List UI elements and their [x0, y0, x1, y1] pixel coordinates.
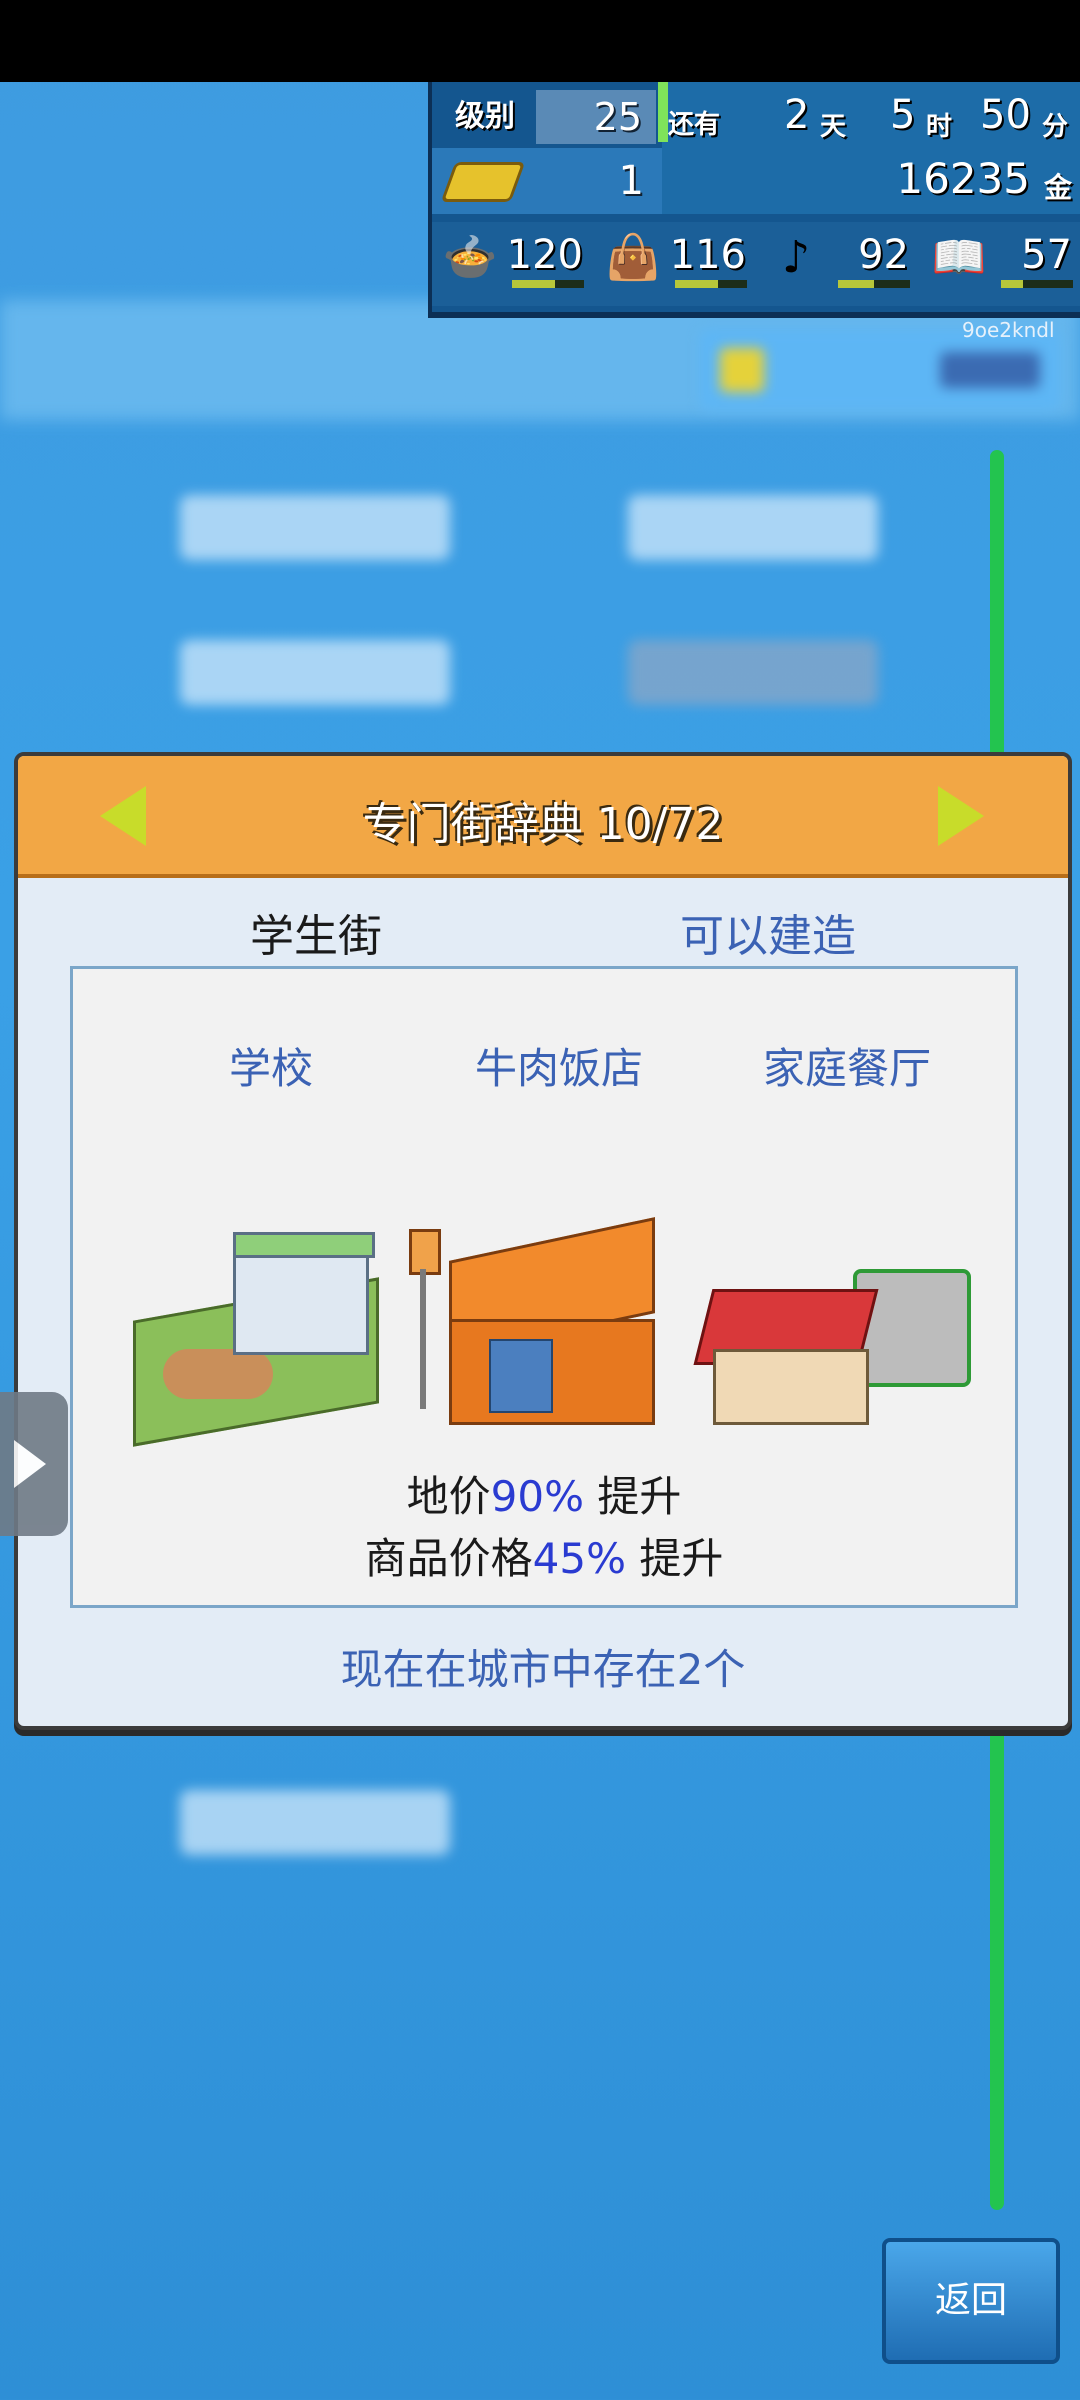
beef-restaurant-image	[409, 1217, 679, 1429]
hours-value: 5	[890, 92, 916, 138]
dialog-title: 专门街辞典 10/72	[362, 799, 724, 850]
stats-row: 🍲 120 👜 116 ♪ 92 📖 57	[432, 222, 1080, 306]
minutes-unit: 分	[1042, 112, 1069, 142]
stat-goods: 👜 116	[595, 222, 758, 306]
watermark: 9oe2kndl	[962, 318, 1055, 342]
street-name: 学生街	[250, 911, 382, 962]
chevron-right-icon	[14, 1440, 46, 1488]
days-value: 2	[784, 92, 810, 138]
level-label: 级别	[455, 99, 515, 134]
stat-bar	[512, 280, 584, 288]
building-name-family-restaurant: 家庭餐厅	[762, 1044, 931, 1093]
money-unit: 金	[1043, 171, 1072, 204]
school-building-image	[123, 1229, 393, 1447]
next-arrow-icon[interactable]	[938, 786, 984, 846]
remaining-label: 还有	[668, 110, 721, 140]
goods-icon: 👜	[605, 232, 661, 283]
book-icon: 📖	[931, 232, 987, 283]
hours-unit: 时	[926, 112, 953, 142]
status-bar	[0, 0, 1080, 82]
goods-price-effect: 商品价格45% 提升	[364, 1534, 724, 1583]
street-dictionary-dialog: 专门街辞典 10/72 学生街 可以建造 学校 牛肉饭店 家庭餐厅 地价90% …	[14, 752, 1072, 1730]
land-price-effect: 地价90% 提升	[406, 1472, 682, 1521]
stat-value: 57	[1021, 232, 1072, 278]
food-icon: 🍲	[442, 232, 498, 283]
stat-bar	[675, 280, 747, 288]
background-blob	[628, 640, 878, 705]
background-blob	[180, 1790, 450, 1855]
gold-bar-icon	[440, 162, 526, 202]
minutes-value: 50	[980, 92, 1031, 138]
level-value: 25	[536, 90, 656, 144]
time-indicator	[658, 82, 668, 142]
stat-value: 116	[669, 232, 746, 278]
build-status: 可以建造	[680, 911, 856, 962]
music-icon: ♪	[781, 232, 811, 283]
status-hud: 级别 25 还有 2 天 5 时 50 分 1 16235 金 🍲 120 👜 …	[428, 82, 1080, 318]
stat-value: 120	[506, 232, 583, 278]
gold-row: 1	[432, 148, 662, 214]
existing-count: 现在在城市中存在2个	[340, 1645, 746, 1694]
stat-bar	[838, 280, 910, 288]
street-detail-panel: 学校 牛肉饭店 家庭餐厅 地价90% 提升 商品价格45% 提升	[70, 966, 1018, 1608]
stat-music: ♪ 92	[758, 222, 921, 306]
building-name-beef-restaurant: 牛肉饭店	[474, 1044, 643, 1093]
back-button[interactable]: 返回	[882, 2238, 1060, 2364]
background-blob	[180, 495, 450, 560]
background-blob	[180, 640, 450, 705]
days-unit: 天	[820, 112, 847, 142]
background-blob	[628, 495, 878, 560]
dialog-header: 专门街辞典 10/72	[18, 756, 1068, 878]
background-pill	[700, 330, 1060, 410]
gold-count: 1	[618, 158, 644, 204]
stat-value: 92	[858, 232, 909, 278]
stat-food: 🍲 120	[432, 222, 595, 306]
side-drawer-toggle[interactable]	[0, 1392, 68, 1536]
stat-book: 📖 57	[921, 222, 1080, 306]
building-name-school: 学校	[228, 1044, 313, 1093]
family-restaurant-image	[693, 1229, 971, 1429]
stat-bar	[1001, 280, 1073, 288]
money-value: 16235	[896, 154, 1030, 203]
